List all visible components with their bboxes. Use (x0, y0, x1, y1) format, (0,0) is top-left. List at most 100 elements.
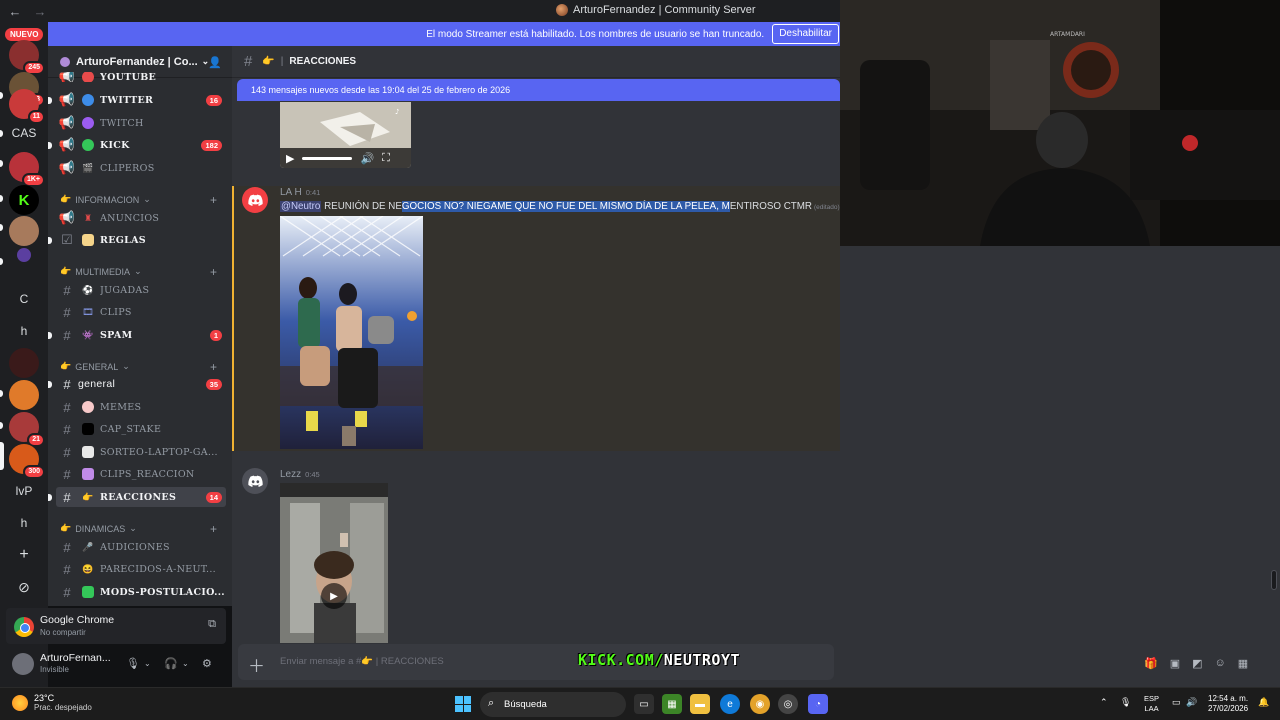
channel-audiciones[interactable]: # 🎤 AUDICIONES (56, 537, 226, 557)
chevron-down-icon[interactable]: ⌄ (144, 659, 151, 668)
gear-icon[interactable]: ⚙ (202, 657, 212, 670)
server-icon[interactable] (9, 380, 39, 410)
task-view-icon[interactable]: ▭ (634, 694, 654, 714)
discover-icon[interactable]: ⊘ (9, 572, 39, 602)
server-icon[interactable] (9, 348, 39, 378)
play-icon[interactable]: ▶ (286, 152, 294, 165)
apps-icon[interactable]: ▦ (1238, 657, 1248, 670)
category-informacion[interactable]: 👉 INFORMACION ⌄ + (60, 193, 217, 207)
server-icon[interactable] (17, 248, 31, 262)
minecraft-icon[interactable]: ▦ (662, 694, 682, 714)
chrome-icon[interactable]: ◉ (750, 694, 770, 714)
add-server-icon[interactable]: + (9, 540, 39, 570)
add-channel-icon[interactable]: + (210, 522, 217, 536)
channel-clips-reaccion[interactable]: # CLIPS_REACCION (56, 464, 226, 484)
channel-mods-postulacion[interactable]: # MODS-POSTULACIO... (56, 582, 226, 602)
windows-start-icon[interactable] (455, 696, 471, 712)
server-icon[interactable]: h (9, 316, 39, 346)
disable-streamer-button[interactable]: Deshabilitar (772, 24, 839, 44)
channel-youtube[interactable]: 📢 YOUTUBE (56, 72, 226, 82)
channel-reglas[interactable]: ☑ REGLAS (48, 230, 226, 250)
language-indicator[interactable]: ESP LAA (1144, 694, 1159, 714)
channel-general[interactable]: # general 35 (48, 374, 226, 394)
headphones-icon[interactable]: 🎧 (164, 657, 178, 670)
channel-parecidos[interactable]: # 😆 PARECIDOS-A-NEUT... (56, 559, 226, 579)
server-icon[interactable]: 11 (9, 89, 45, 124)
channel-clips[interactable]: # 🎞 CLIPS (56, 302, 226, 322)
fullscreen-icon[interactable]: ⛶ (382, 152, 390, 165)
avatar[interactable] (12, 653, 34, 675)
message-author[interactable]: Lezz 0:45 (280, 469, 320, 480)
server-icon[interactable]: lvP (9, 476, 39, 506)
weather-widget[interactable]: 23°C Prac. despejado (12, 693, 92, 712)
discord-logo-icon (247, 475, 263, 487)
channel-kick[interactable]: 📢 KICK 182 (48, 135, 226, 155)
back-arrow-icon[interactable]: ← (0, 4, 30, 19)
channel-twitch[interactable]: 📢 TWITCH (56, 113, 226, 133)
server-icon[interactable]: 245 (9, 40, 45, 75)
message-composer[interactable]: ＋ Enviar mensaje a #👉 | REACCIONES (238, 644, 834, 680)
avatar[interactable] (242, 187, 268, 213)
author-name[interactable]: LA H (280, 187, 302, 198)
discord-taskbar-icon[interactable]: ◔ (808, 694, 828, 714)
add-attachment-icon[interactable]: ＋ (248, 652, 265, 677)
video-attachment[interactable]: ♪ ▶ 🔊 ⛶ (280, 102, 411, 168)
channel-twitter[interactable]: 📢 TWITTER 16 (48, 90, 226, 110)
gif-icon[interactable]: ▣ (1170, 657, 1180, 670)
taskbar-search[interactable]: ⌕ Búsqueda (480, 692, 626, 717)
scrollbar[interactable] (1271, 570, 1277, 590)
gift-icon[interactable]: 🎁 (1144, 657, 1158, 670)
channel-spam[interactable]: # 👾 SPAM 1 (48, 325, 226, 345)
server-icon[interactable]: 21 (9, 412, 45, 447)
avatar[interactable] (242, 468, 268, 494)
emoji-icon[interactable]: ☺ (1215, 657, 1226, 670)
microphone-tray-icon[interactable]: 🎙 (1120, 697, 1131, 708)
obs-icon[interactable]: ◎ (778, 694, 798, 714)
edge-icon[interactable]: e (720, 694, 740, 714)
channel-memes[interactable]: # MEMES (56, 397, 226, 417)
channel-reacciones[interactable]: # 👉 REACCIONES 14 (48, 487, 226, 507)
message-author[interactable]: LA H 0:41 (280, 187, 320, 198)
channel-clipers[interactable]: 📢 🎬 CLIPEROS (56, 158, 226, 178)
add-channel-icon[interactable]: + (210, 360, 217, 374)
category-dinamicas[interactable]: 👉 DINAMICAS ⌄ + (60, 522, 217, 536)
server-icon[interactable]: 300 (9, 444, 45, 479)
microphone-icon[interactable]: 🎙 (126, 657, 140, 670)
sticker-icon[interactable]: ◩ (1192, 657, 1202, 670)
unread-indicator (48, 380, 52, 388)
server-icon[interactable] (9, 216, 39, 246)
channel-sorteo[interactable]: # SORTEO-LAPTOP-GA... (56, 442, 226, 462)
author-name[interactable]: Lezz (280, 469, 301, 480)
window-title-text: ArturoFernandez | Community Server (573, 4, 756, 16)
forward-arrow-icon[interactable]: → (30, 4, 50, 19)
server-icon[interactable]: C (9, 284, 39, 314)
progress-bar[interactable] (302, 156, 353, 160)
chevron-down-icon[interactable]: ⌄ (182, 659, 189, 668)
channel-jugadas[interactable]: # ⚽ JUGADAS (56, 280, 226, 300)
play-icon[interactable]: ▶ (321, 583, 347, 609)
category-general[interactable]: 👉 GENERAL ⌄ + (60, 360, 217, 374)
add-channel-icon[interactable]: + (210, 265, 217, 279)
category-multimedia[interactable]: 👉 MULTIMEDIA ⌄ + (60, 265, 217, 279)
kick-server-icon[interactable]: K (9, 185, 39, 215)
clock[interactable]: 12:54 a. m. 27/02/2026 (1208, 694, 1248, 714)
video-attachment[interactable]: ▶ (280, 483, 388, 643)
server-icon[interactable]: 1K+ (9, 152, 45, 187)
volume-icon[interactable]: 🔊 (1186, 697, 1197, 708)
notification-bell-icon[interactable]: 🔔 (1258, 697, 1269, 708)
invite-people-icon[interactable]: 👤 (208, 56, 222, 69)
user-mention[interactable]: @Neutro (280, 201, 322, 212)
chevron-up-icon[interactable]: ⌃ (1100, 697, 1108, 708)
new-messages-bar[interactable]: 143 mensajes nuevos desde las 19:04 del … (237, 79, 840, 101)
add-channel-icon[interactable]: + (210, 193, 217, 207)
file-explorer-icon[interactable]: ▬ (690, 694, 710, 714)
volume-icon[interactable]: 🔊 (360, 152, 374, 165)
display-icon[interactable]: ▭ (1172, 697, 1181, 708)
image-attachment[interactable] (280, 216, 423, 449)
composer-placeholder[interactable]: Enviar mensaje a #👉 | REACCIONES (280, 656, 444, 667)
channel-cap-stake[interactable]: # CAP_STAKE (56, 419, 226, 439)
server-icon[interactable]: h (9, 508, 39, 538)
server-icon[interactable]: CAS (9, 118, 39, 148)
channel-anuncios[interactable]: 📢 ♜ ANUNCIOS (56, 208, 226, 228)
stop-share-icon[interactable]: ⧉ (208, 618, 216, 631)
